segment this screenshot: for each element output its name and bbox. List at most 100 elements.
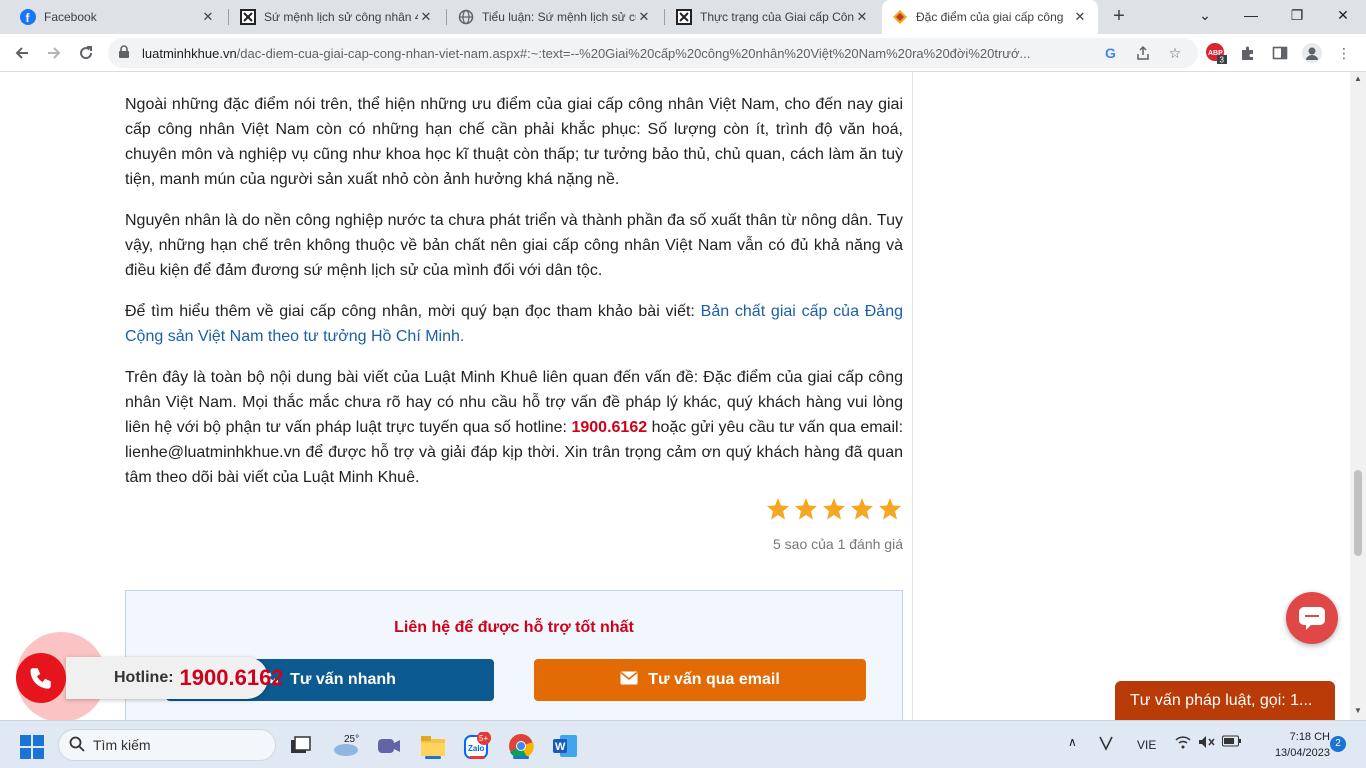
star-icon[interactable] bbox=[822, 497, 846, 521]
hotline-label: Hotline: bbox=[114, 669, 174, 686]
meet-chat-icon[interactable] bbox=[374, 731, 404, 761]
email-consult-label: Tư vấn qua email bbox=[648, 671, 780, 688]
tab-title: Đặc điểm của giai cấp công bbox=[916, 10, 1064, 24]
legal-hotline-bar[interactable]: Tư vấn pháp luật, gọi: 1... bbox=[1115, 681, 1335, 720]
scroll-thumb[interactable] bbox=[1354, 470, 1362, 556]
email-consult-button[interactable]: Tư vấn qua email bbox=[534, 659, 866, 701]
windows-start-icon[interactable] bbox=[20, 735, 44, 759]
file-explorer-icon[interactable] bbox=[418, 731, 448, 761]
profile-avatar-icon[interactable] bbox=[1301, 42, 1323, 64]
lock-icon[interactable] bbox=[118, 45, 130, 64]
tab-strip: f Facebook ✕ Sứ mệnh lịch sử công nhân 4… bbox=[0, 0, 1366, 34]
bookmark-star-icon[interactable]: ☆ bbox=[1165, 43, 1185, 63]
envelope-icon bbox=[620, 671, 638, 690]
svg-text:Zalo: Zalo bbox=[468, 744, 485, 753]
svg-text:3: 3 bbox=[1220, 56, 1225, 65]
tab-thuc-trang[interactable]: Thực trạng của Giai cấp Công ✕ bbox=[666, 0, 880, 34]
taskbar-clock[interactable]: 7:18 CH 13/04/2023 bbox=[1250, 729, 1330, 761]
zalo-icon[interactable]: Zalo 5+ bbox=[462, 731, 492, 761]
clock-time: 7:18 CH bbox=[1289, 731, 1330, 743]
tab-title: Facebook bbox=[44, 10, 97, 24]
tab-title: Tiểu luận: Sứ mệnh lịch sử củ bbox=[482, 10, 636, 24]
tab-dac-diem[interactable]: Đặc điểm của giai cấp công ✕ bbox=[882, 0, 1098, 34]
back-icon[interactable] bbox=[8, 39, 36, 67]
luatminhkhue-icon bbox=[892, 9, 908, 25]
svg-text:G: G bbox=[1105, 45, 1116, 61]
rating-stars[interactable] bbox=[766, 497, 902, 521]
chat-widget-icon[interactable] bbox=[1286, 592, 1338, 644]
paragraph-causes: Nguyên nhân là do nền công nghiệp nước t… bbox=[125, 212, 903, 279]
globe-icon bbox=[458, 9, 474, 25]
rating-summary: 5 sao của 1 đánh giá bbox=[773, 536, 903, 552]
close-icon[interactable]: ✕ bbox=[200, 9, 216, 25]
taskbar-search[interactable]: Tìm kiếm bbox=[58, 729, 276, 761]
word-icon[interactable]: W bbox=[550, 731, 580, 761]
clock-date: 13/04/2023 bbox=[1274, 747, 1330, 759]
contact-support-box: Liên hệ để được hỗ trợ tốt nhất Tư vấn n… bbox=[125, 590, 903, 720]
input-language[interactable]: VIE bbox=[1137, 738, 1156, 752]
tab-search-icon[interactable]: ⌄ bbox=[1182, 0, 1228, 30]
search-placeholder: Tìm kiếm bbox=[93, 737, 151, 753]
studocu-icon bbox=[240, 9, 256, 25]
tab-facebook[interactable]: f Facebook ✕ bbox=[10, 0, 226, 34]
close-icon[interactable]: ✕ bbox=[854, 9, 870, 25]
hotline-number-inline[interactable]: 1900.6162 bbox=[571, 419, 647, 436]
close-icon[interactable]: ✕ bbox=[636, 9, 652, 25]
tab-title: Thực trạng của Giai cấp Công bbox=[700, 10, 854, 24]
windows-taskbar: Tìm kiếm 25° Zalo 5+ W ∧ VIE 7:18 CH 13/0… bbox=[0, 720, 1366, 768]
sidebar-divider bbox=[912, 72, 913, 720]
studocu-icon bbox=[676, 9, 692, 25]
volume-muted-icon[interactable] bbox=[1198, 735, 1216, 752]
wifi-icon[interactable] bbox=[1175, 735, 1191, 752]
quick-consult-label: Tư vấn nhanh bbox=[290, 671, 396, 688]
tab-title: Sứ mệnh lịch sử công nhân 4 bbox=[264, 10, 418, 24]
star-icon[interactable] bbox=[794, 497, 818, 521]
hotline-number[interactable]: 1900.6162 bbox=[180, 665, 284, 691]
notification-badge[interactable]: 2 bbox=[1330, 736, 1346, 752]
paragraph-limitations: Ngoài những đặc điểm nói trên, thể hiện … bbox=[125, 96, 903, 188]
phone-call-icon[interactable] bbox=[16, 653, 66, 703]
address-bar[interactable]: luatminhkhue.vn/dac-diem-cua-giai-cap-co… bbox=[108, 38, 1198, 68]
extensions-puzzle-icon[interactable] bbox=[1237, 42, 1259, 64]
page-viewport: Ngoài những đặc điểm nói trên, thể hiện … bbox=[0, 72, 1350, 720]
star-icon[interactable] bbox=[878, 497, 902, 521]
adblock-icon[interactable]: ABP 3 bbox=[1205, 42, 1227, 64]
svg-text:5+: 5+ bbox=[479, 734, 488, 743]
side-panel-icon[interactable] bbox=[1269, 42, 1291, 64]
svg-text:W: W bbox=[555, 741, 566, 753]
close-icon[interactable]: ✕ bbox=[1072, 9, 1088, 25]
forward-icon[interactable] bbox=[40, 39, 68, 67]
close-icon[interactable]: ✕ bbox=[418, 9, 434, 25]
search-icon bbox=[69, 736, 85, 755]
hotline-pill[interactable]: Hotline: 1900.6162 bbox=[66, 657, 284, 699]
google-lens-icon[interactable]: G bbox=[1101, 43, 1121, 63]
paragraph-further-reading: Để tìm hiểu thêm về giai cấp công nhân, … bbox=[125, 303, 903, 345]
menu-kebab-icon[interactable]: ⋮ bbox=[1333, 42, 1355, 64]
tab-su-menh[interactable]: Sứ mệnh lịch sử công nhân 4 ✕ bbox=[230, 0, 444, 34]
star-icon[interactable] bbox=[850, 497, 874, 521]
battery-icon[interactable] bbox=[1222, 735, 1242, 750]
scroll-down-arrow[interactable]: ▼ bbox=[1353, 706, 1363, 715]
weather-icon[interactable]: 25° bbox=[332, 731, 362, 761]
minimize-button[interactable]: — bbox=[1228, 0, 1274, 30]
chrome-icon[interactable] bbox=[506, 731, 536, 761]
tray-chevron-icon[interactable]: ∧ bbox=[1068, 735, 1077, 749]
new-tab-button[interactable]: + bbox=[1108, 6, 1130, 28]
paragraph-conclusion: Trên đây là toàn bộ nội dung bài viết củ… bbox=[125, 369, 904, 486]
browser-toolbar: luatminhkhue.vn/dac-diem-cua-giai-cap-co… bbox=[0, 34, 1366, 72]
task-view-icon[interactable] bbox=[286, 731, 316, 761]
close-window-button[interactable]: ✕ bbox=[1320, 0, 1366, 30]
scroll-up-arrow[interactable]: ▲ bbox=[1353, 74, 1363, 83]
svg-text:25°: 25° bbox=[344, 734, 359, 745]
vpn-icon[interactable] bbox=[1098, 735, 1114, 754]
url-text: luatminhkhue.vn/dac-diem-cua-giai-cap-co… bbox=[142, 46, 1031, 61]
tab-tieu-luan[interactable]: Tiểu luận: Sứ mệnh lịch sử củ ✕ bbox=[448, 0, 662, 34]
page-scrollbar[interactable]: ▲ ▼ bbox=[1350, 72, 1366, 720]
reload-icon[interactable] bbox=[72, 39, 100, 67]
contact-title: Liên hệ để được hỗ trợ tốt nhất bbox=[394, 619, 634, 636]
facebook-icon: f bbox=[20, 9, 36, 25]
article-body: Ngoài những đặc điểm nói trên, thể hiện … bbox=[125, 92, 903, 506]
share-icon[interactable] bbox=[1133, 43, 1153, 63]
star-icon[interactable] bbox=[766, 497, 790, 521]
restore-button[interactable]: ❐ bbox=[1274, 0, 1320, 30]
